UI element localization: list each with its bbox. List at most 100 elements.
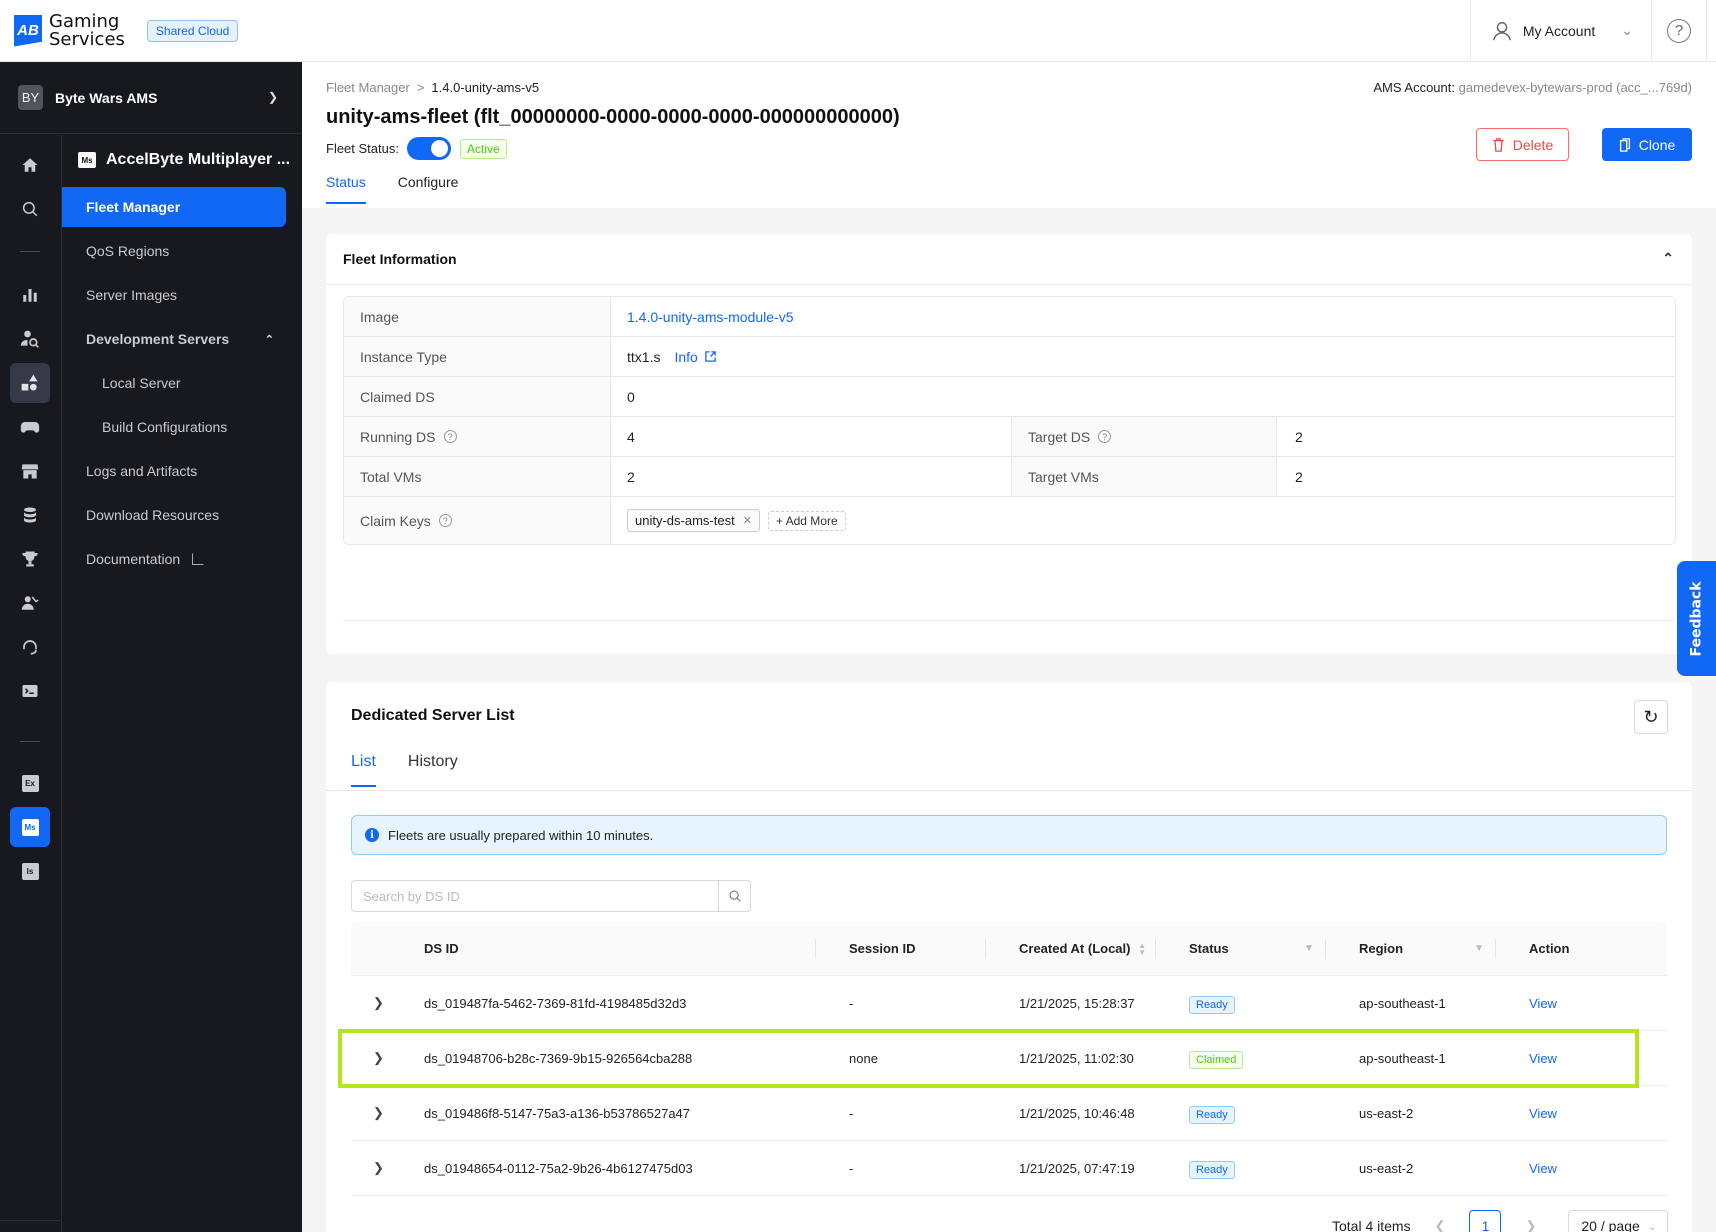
table-row: ❯ ds_01948654-0112-75a2-9b26-4b6127475d0… <box>351 1141 1667 1196</box>
help-button[interactable]: ? <box>1651 0 1706 61</box>
tab-configure[interactable]: Configure <box>398 174 459 204</box>
rail-social[interactable] <box>10 583 50 623</box>
page-size-select[interactable]: 20 / page ⌄ <box>1568 1210 1668 1232</box>
help-tooltip-icon[interactable]: ? <box>443 430 457 443</box>
icon-rail: Ex Ms Is <box>0 135 62 1232</box>
clone-button[interactable]: Clone <box>1602 128 1692 161</box>
fleet-status-toggle[interactable] <box>406 137 451 160</box>
environment-badge: Shared Cloud <box>146 19 239 42</box>
tab-history[interactable]: History <box>408 753 458 787</box>
page-tabs: Status Configure <box>326 174 490 204</box>
expand-row-icon[interactable]: ❯ <box>351 1105 424 1121</box>
refresh-button[interactable]: ↻ <box>1634 700 1668 734</box>
page-header: Fleet Manager >1.4.0-unity-ams-v5 AMS Acc… <box>302 62 1716 208</box>
database-icon <box>24 507 36 523</box>
rail-extend[interactable]: Ex <box>10 763 50 803</box>
ms-module-icon: Ms <box>78 152 96 168</box>
delete-button[interactable]: Delete <box>1476 128 1569 161</box>
expand-row-icon[interactable]: ❯ <box>351 995 424 1011</box>
next-page-button[interactable]: ❯ <box>1525 1218 1536 1232</box>
help-tooltip-icon[interactable]: ? <box>438 514 452 527</box>
chevron-down-icon: ⌄ <box>1647 1220 1657 1232</box>
chevron-up-icon[interactable]: ⌃ <box>1662 250 1674 267</box>
session-id-cell: - <box>849 1160 854 1176</box>
rail-support[interactable] <box>10 627 50 667</box>
nav-download-resources[interactable]: Download Resources <box>62 495 286 535</box>
view-link[interactable]: View <box>1529 996 1557 1011</box>
ds-search-input[interactable] <box>352 881 718 911</box>
region-cell: us-east-2 <box>1359 1105 1414 1121</box>
my-account-menu[interactable]: My Account ⌄ <box>1469 0 1651 61</box>
sort-icon[interactable]: ▲ ▼ <box>1138 941 1146 956</box>
nav-documentation[interactable]: Documentation <box>62 539 286 579</box>
rail-achievements[interactable] <box>10 539 50 579</box>
tab-list[interactable]: List <box>351 753 376 787</box>
rail-store[interactable] <box>10 451 50 491</box>
total-items: Total 4 items <box>1331 1218 1411 1232</box>
rail-game[interactable] <box>10 407 50 447</box>
col-status: Status ▼ <box>1155 922 1342 975</box>
image-link[interactable]: 1.4.0-unity-ams-module-v5 <box>627 309 794 325</box>
nav-local-server[interactable]: Local Server <box>62 363 286 403</box>
ams-account-value: gamedevex-bytewars-prod (acc_...769d) <box>1458 80 1692 95</box>
rail-home[interactable] <box>10 145 50 185</box>
created-at-cell: 1/21/2025, 15:28:37 <box>1019 995 1135 1011</box>
breadcrumb-fleet-manager[interactable]: Fleet Manager <box>326 80 410 95</box>
rail-multiplayer-module[interactable]: Ms <box>10 807 50 847</box>
filter-icon[interactable]: ▼ <box>1474 943 1484 954</box>
col-created-at[interactable]: Created At (Local) ▲ ▼ <box>985 922 1172 975</box>
ms-icon: Ms <box>21 818 39 836</box>
target-ds-value: 2 <box>1295 428 1303 445</box>
view-link[interactable]: View <box>1529 1161 1557 1176</box>
view-link[interactable]: View <box>1529 1051 1557 1066</box>
rail-terminal[interactable] <box>10 671 50 711</box>
external-link-icon[interactable] <box>704 350 717 363</box>
status-badge: Ready <box>1189 1105 1235 1124</box>
expand-row-icon[interactable]: ❯ <box>351 1050 424 1066</box>
tab-status[interactable]: Status <box>326 174 366 204</box>
module-title-text: AccelByte Multiplayer ... <box>106 151 291 168</box>
chevron-down-icon: ⌄ <box>1621 22 1633 38</box>
rail-analytics[interactable] <box>10 275 50 315</box>
close-icon[interactable]: ✕ <box>743 514 752 527</box>
info-row-running-ds: Running DS? 4 Target DS? 2 <box>344 417 1675 457</box>
region-cell: ap-southeast-1 <box>1359 995 1446 1011</box>
fleet-info-table: Image 1.4.0-unity-ams-module-v5 Instance… <box>343 296 1676 545</box>
nav-logs-and-artifacts[interactable]: Logs and Artifacts <box>62 451 286 491</box>
gaming-services-logo[interactable]: AB Gaming Services <box>14 12 125 49</box>
session-id-cell: - <box>849 1105 854 1121</box>
filter-icon[interactable]: ▼ <box>1304 943 1314 954</box>
nav-server-images[interactable]: Server Images <box>62 275 286 315</box>
rail-multiplayer-servers[interactable] <box>10 363 50 403</box>
add-more-button[interactable]: + Add More <box>767 510 846 531</box>
created-at-cell: 1/21/2025, 10:46:48 <box>1019 1105 1135 1121</box>
info-icon: i <box>365 828 379 842</box>
help-tooltip-icon[interactable]: ? <box>1098 430 1112 443</box>
info-row-instance-type: Instance Type ttx1.s Info <box>344 337 1675 377</box>
help-icon: ? <box>1667 18 1691 43</box>
store-icon <box>21 464 39 479</box>
ex-icon: Ex <box>21 774 39 792</box>
rail-database[interactable] <box>10 495 50 535</box>
social-icon <box>21 596 39 610</box>
nav-qos-regions[interactable]: QoS Regions <box>62 231 286 271</box>
workspace-selector[interactable]: BY Byte Wars AMS ❯ <box>0 62 302 134</box>
nav-build-configurations[interactable]: Build Configurations <box>62 407 286 447</box>
rail-search[interactable] <box>10 189 50 229</box>
expand-row-icon[interactable]: ❯ <box>351 1160 424 1176</box>
fleet-information-card: Fleet Information ⌃ Image 1.4.0-unity-am… <box>326 234 1692 654</box>
prev-page-button[interactable]: ❮ <box>1435 1218 1446 1232</box>
status-badge: Claimed <box>1189 1050 1244 1069</box>
ds-id-cell: ds_019486f8-5147-75a3-a136-b53786527a47 <box>424 1105 691 1121</box>
nav-fleet-manager[interactable]: Fleet Manager <box>62 187 286 227</box>
page-1-button[interactable]: 1 <box>1469 1210 1502 1232</box>
nav-development-servers[interactable]: Development Servers ⌃ <box>62 319 286 359</box>
feedback-button[interactable]: Feedback <box>1677 561 1716 676</box>
instance-info-link[interactable]: Info <box>674 349 697 365</box>
rail-player-search[interactable] <box>10 319 50 359</box>
search-button[interactable] <box>718 881 750 911</box>
view-link[interactable]: View <box>1529 1106 1557 1121</box>
status-badge: Ready <box>1189 995 1235 1014</box>
table-row: ❯ ds_019487fa-5462-7369-81fd-4198485d32d… <box>351 976 1667 1031</box>
rail-infrastructure[interactable]: Is <box>10 851 50 891</box>
